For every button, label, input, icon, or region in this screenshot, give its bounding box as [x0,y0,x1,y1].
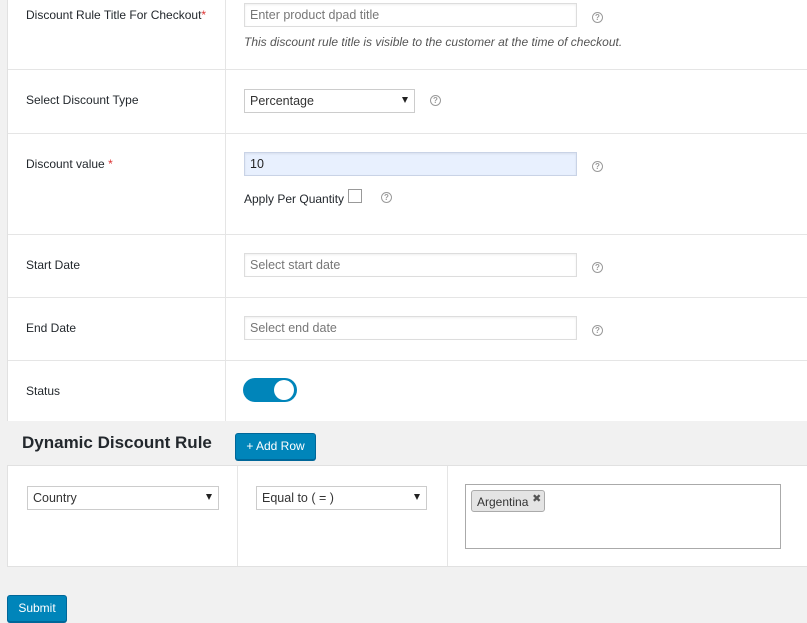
close-icon[interactable]: ✖ [532,492,541,505]
discount-value-label: Discount value * [26,157,113,171]
dynamic-rule-title: Dynamic Discount Rule [22,433,212,452]
title-input[interactable]: Enter product dpad title [244,3,577,27]
discount-value-label-text: Discount value [26,157,105,171]
row-status: Status [8,361,807,420]
discount-value-input[interactable]: 10 [244,152,577,176]
discount-type-select[interactable]: Percentage [244,89,415,113]
start-date-input[interactable]: Select start date [244,253,577,277]
discount-type-selected: Percentage [250,94,314,108]
end-date-help-icon[interactable]: ? [592,325,603,336]
add-row-button[interactable]: + Add Row [235,433,316,460]
operator-select[interactable]: Equal to ( = ) [256,486,427,510]
row-discount-type: Select Discount Type Percentage ? [8,70,807,134]
submit-button[interactable]: Submit [7,595,67,622]
title-label: Discount Rule Title For Checkout* [26,8,206,22]
column-separator [447,466,448,566]
end-date-input[interactable]: Select end date [244,316,577,340]
chevron-down-icon [206,494,212,500]
discount-value-help-icon[interactable]: ? [592,161,603,172]
discount-type-label: Select Discount Type [26,93,139,107]
title-description: This discount rule title is visible to t… [244,35,623,49]
apply-per-quantity-label: Apply Per Quantity [244,192,345,206]
condition-field-select[interactable]: Country [27,486,219,510]
value-tag-label: Argentina [477,495,529,509]
title-help-icon[interactable]: ? [592,12,603,23]
condition-field-selected: Country [33,491,77,505]
row-end-date: End Date Select end date ? [8,298,807,361]
title-label-text: Discount Rule Title For Checkout [26,8,202,22]
row-discount-value: Discount value * 10 ? Apply Per Quantity… [8,134,807,235]
required-mark: * [201,8,207,22]
operator-selected: Equal to ( = ) [262,491,334,505]
settings-form-table: Discount Rule Title For Checkout* Enter … [7,0,807,421]
chevron-down-icon [414,494,420,500]
apply-per-quantity-help-icon[interactable]: ? [381,192,392,203]
start-date-label: Start Date [26,258,81,272]
discount-type-help-icon[interactable]: ? [430,95,441,106]
apply-per-quantity-checkbox[interactable] [348,189,362,203]
column-separator [237,466,238,566]
row-title: Discount Rule Title For Checkout* Enter … [8,0,807,70]
status-label: Status [26,384,61,398]
end-date-label: End Date [26,321,77,335]
required-mark: * [108,157,113,171]
value-tag: Argentina ✖ [471,490,546,512]
start-date-help-icon[interactable]: ? [592,262,603,273]
chevron-down-icon [402,97,408,103]
status-toggle[interactable] [243,378,297,402]
row-start-date: Start Date Select start date ? [8,235,807,298]
condition-values-multiselect[interactable]: Argentina ✖ [465,484,781,549]
toggle-knob [274,380,294,400]
